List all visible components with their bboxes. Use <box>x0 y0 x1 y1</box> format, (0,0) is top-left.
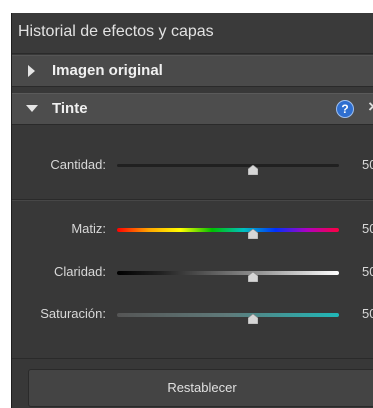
panel-title: Historial de efectos y capas <box>18 23 214 40</box>
slider-hue-value: 50 <box>362 221 373 236</box>
expand-triangle-icon[interactable] <box>28 65 35 77</box>
slider-hue-label: Matiz: <box>71 221 106 236</box>
slider-amount-knob[interactable] <box>248 165 258 175</box>
slider-saturation-track[interactable] <box>117 313 339 317</box>
slider-lightness: Claridad: 50 <box>12 260 373 286</box>
slider-saturation-label: Saturación: <box>40 306 106 321</box>
effects-layers-panel: Historial de efectos y capas Imagen orig… <box>11 13 373 408</box>
slider-lightness-track[interactable] <box>117 271 339 275</box>
panel-titlebar: Historial de efectos y capas <box>12 13 373 54</box>
slider-lightness-label: Claridad: <box>53 264 106 279</box>
slider-amount-value: 50 <box>362 157 373 172</box>
slider-amount-label: Cantidad: <box>50 157 106 172</box>
section-original-image[interactable]: Imagen original <box>12 55 373 87</box>
section-original-label: Imagen original <box>52 62 163 79</box>
slider-saturation-value: 50 <box>362 306 373 321</box>
section-tint-label: Tinte <box>52 100 88 117</box>
slider-hue-track[interactable] <box>117 228 339 232</box>
section-tint[interactable]: Tinte ? × <box>12 93 373 125</box>
slider-saturation: Saturación: 50 <box>12 302 373 328</box>
slider-lightness-value: 50 <box>362 264 373 279</box>
help-icon[interactable]: ? <box>336 100 354 118</box>
slider-amount: Cantidad: 50 <box>12 153 373 179</box>
slider-hue-knob[interactable] <box>248 229 258 239</box>
slider-amount-track[interactable] <box>117 164 339 167</box>
collapse-triangle-icon[interactable] <box>26 105 38 112</box>
slider-lightness-knob[interactable] <box>248 272 258 282</box>
slider-saturation-knob[interactable] <box>248 314 258 324</box>
reset-button[interactable]: Restablecer <box>28 369 373 407</box>
divider <box>12 199 373 201</box>
slider-hue: Matiz: 50 <box>12 217 373 243</box>
footer-divider <box>12 358 373 359</box>
close-icon[interactable]: × <box>368 97 373 117</box>
